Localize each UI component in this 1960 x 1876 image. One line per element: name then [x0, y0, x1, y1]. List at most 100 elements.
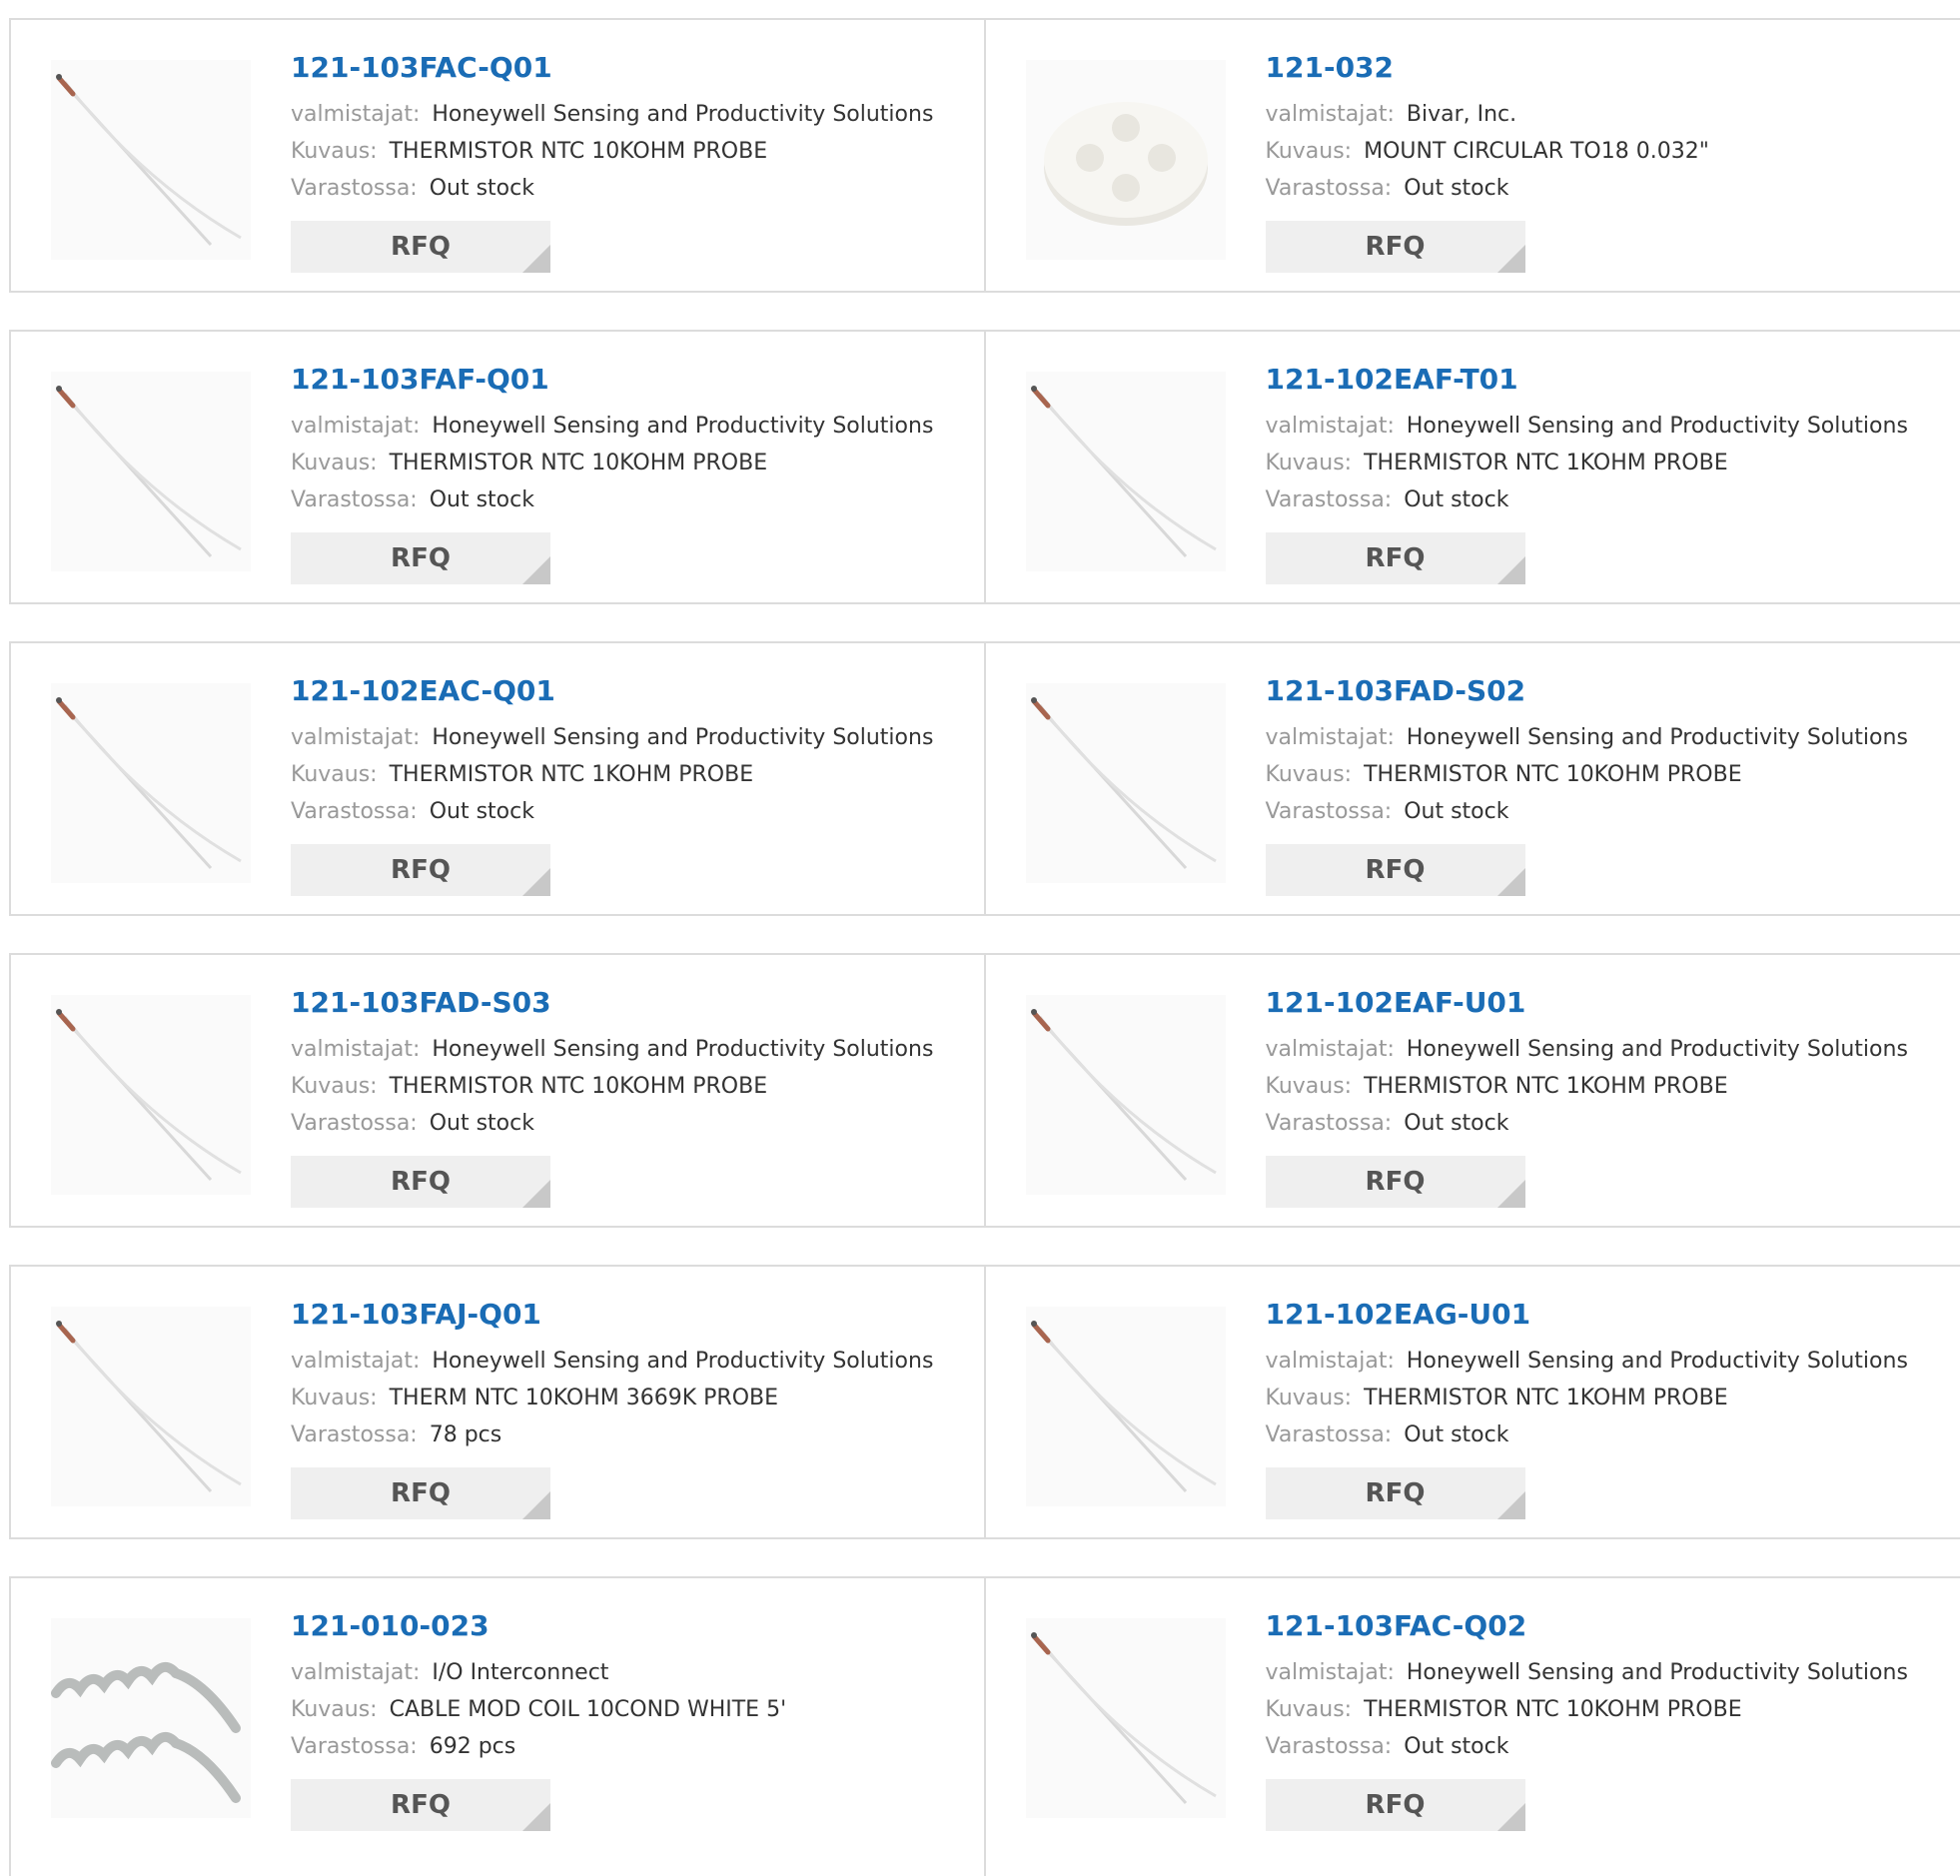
product-image[interactable] — [1026, 372, 1226, 571]
rfq-button[interactable]: RFQ — [1266, 532, 1525, 584]
manufacturer-label: valmistajat: — [291, 725, 420, 750]
part-number-link[interactable]: 121-102EAF-T01 — [1266, 362, 1908, 398]
part-number-link[interactable]: 121-102EAF-U01 — [1266, 985, 1908, 1021]
description-value: THERMISTOR NTC 10KOHM PROBE — [1364, 1697, 1742, 1722]
stock-value: Out stock — [1404, 1422, 1508, 1447]
description-line: Kuvaus:THERMISTOR NTC 10KOHM PROBE — [1266, 756, 1908, 793]
rfq-label: RFQ — [391, 1167, 451, 1197]
stock-line: Varastossa:Out stock — [291, 793, 933, 830]
rfq-button[interactable]: RFQ — [1266, 1467, 1525, 1519]
stock-value: Out stock — [1404, 1734, 1508, 1759]
manufacturer-label: valmistajat: — [291, 1660, 420, 1685]
description-line: Kuvaus:THERMISTOR NTC 10KOHM PROBE — [1266, 1691, 1908, 1728]
part-number-link[interactable]: 121-103FAD-S02 — [1266, 673, 1908, 709]
product-image[interactable] — [1026, 683, 1226, 883]
manufacturer-value: Honeywell Sensing and Productivity Solut… — [432, 414, 933, 439]
rfq-button[interactable]: RFQ — [291, 532, 550, 584]
part-number-link[interactable]: 121-103FAD-S03 — [291, 985, 933, 1021]
product-image[interactable] — [1026, 60, 1226, 260]
product-image[interactable] — [51, 1618, 251, 1818]
rfq-button[interactable]: RFQ — [1266, 1156, 1525, 1208]
stock-line: Varastossa:Out stock — [1266, 1105, 1908, 1142]
rfq-button[interactable]: RFQ — [291, 1156, 550, 1208]
product-image[interactable] — [51, 1307, 251, 1506]
rfq-button[interactable]: RFQ — [291, 1467, 550, 1519]
product-card: 121-103FAJ-Q01valmistajat:Honeywell Sens… — [11, 1267, 986, 1537]
manufacturer-value: Honeywell Sensing and Productivity Solut… — [432, 725, 933, 750]
product-info: 121-102EAC-Q01 valmistajat: Honeywell Sens… — [291, 673, 933, 896]
corner-triangle-icon — [522, 1491, 550, 1519]
part-number-link[interactable]: 121-103FAF-Q01 — [291, 362, 933, 398]
description-value: THERMISTOR NTC 1KOHM PROBE — [1364, 1386, 1728, 1410]
product-image[interactable] — [1026, 1618, 1226, 1818]
rfq-button[interactable]: RFQ — [291, 1779, 550, 1831]
stock-label: Varastossa: — [1266, 487, 1393, 512]
rfq-button[interactable]: RFQ — [1266, 844, 1525, 896]
part-number-link[interactable]: 121-102EAG-U01 — [1266, 1297, 1908, 1333]
manufacturer-line: valmistajat:Honeywell Sensing and Produc… — [291, 96, 933, 133]
description-line: Kuvaus: THERM NTC 10KOHM 3669K PROBE — [291, 1380, 933, 1416]
stock-line: Varastossa:692 pcs — [291, 1728, 786, 1765]
description-value: THERMISTOR NTC 10KOHM PROBE — [390, 451, 768, 475]
description-line: Kuvaus:THERMISTOR NTC 10KOHM PROBE — [291, 445, 933, 481]
description-value: THERMISTOR NTC 1KOHM PROBE — [390, 762, 754, 787]
product-card: 121-103FAD-S03 valmistajat:Honeywell Sens… — [11, 955, 986, 1226]
product-card: 121-103FAC-Q02valmistajat:Honeywell Sens… — [986, 1578, 1960, 1876]
description-label: Kuvaus: — [291, 139, 378, 164]
product-image[interactable] — [51, 995, 251, 1195]
description-line: Kuvaus:THERMISTOR NTC 1KOHM PROBE — [291, 756, 933, 793]
product-info: 121-103FAC-Q01 valmistajat:Honeywell Sens… — [291, 50, 933, 273]
rfq-label: RFQ — [1366, 1478, 1426, 1508]
part-number-link[interactable]: 121-010-023 — [291, 1608, 786, 1644]
rfq-button[interactable]: RFQ — [1266, 221, 1525, 273]
manufacturer-line: valmistajat:Honeywell Sensing and Produc… — [291, 1031, 933, 1068]
stock-label: Varastossa: — [1266, 1111, 1393, 1136]
product-card: 121-102EAF-U01valmistajat:Honeywell Sens… — [986, 955, 1960, 1226]
part-number-link[interactable]: 121-102EAC-Q01 — [291, 673, 933, 709]
rfq-button[interactable]: RFQ — [1266, 1779, 1525, 1831]
product-row: 121-103FAJ-Q01valmistajat:Honeywell Sens… — [9, 1265, 1960, 1539]
stock-line: Varastossa:Out stock — [1266, 170, 1709, 207]
product-image[interactable] — [1026, 1307, 1226, 1506]
description-line: Kuvaus:THERMISTOR NTC 1KOHM PROBE — [1266, 1380, 1908, 1416]
stock-value: Out stock — [430, 799, 534, 824]
product-image[interactable] — [51, 372, 251, 571]
description-label: Kuvaus: — [1266, 762, 1353, 787]
product-image[interactable] — [51, 683, 251, 883]
rfq-button[interactable]: RFQ — [291, 221, 550, 273]
part-number-link[interactable]: 121-103FAJ-Q01 — [291, 1297, 933, 1333]
manufacturer-line: valmistajat:Honeywell Sensing and Produc… — [1266, 408, 1908, 445]
product-card: 121-102EAC-Q01 valmistajat: Honeywell Sens… — [11, 643, 986, 914]
description-label: Kuvaus: — [291, 1697, 378, 1722]
product-image[interactable] — [51, 60, 251, 260]
product-image[interactable] — [1026, 995, 1226, 1195]
description-value: THERM NTC 10KOHM 3669K PROBE — [390, 1386, 778, 1410]
product-info: 121-103FAF-Q01valmistajat:Honeywell Sens… — [291, 362, 933, 584]
description-label: Kuvaus: — [291, 1074, 378, 1099]
product-info: 121-102EAG-U01valmistajat:Honeywell Sens… — [1266, 1297, 1908, 1519]
rfq-label: RFQ — [1366, 1167, 1426, 1197]
stock-value: Out stock — [1404, 487, 1508, 512]
product-info: 121-103FAD-S03 valmistajat:Honeywell Sens… — [291, 985, 933, 1208]
rfq-label: RFQ — [391, 855, 451, 885]
part-number-link[interactable]: 121-103FAC-Q01 — [291, 50, 933, 86]
corner-triangle-icon — [522, 1803, 550, 1831]
stock-label: Varastossa: — [291, 176, 418, 201]
product-card: 121-103FAD-S02valmistajat:Honeywell Sens… — [986, 643, 1960, 914]
rfq-label: RFQ — [391, 1790, 451, 1820]
manufacturer-label: valmistajat: — [1266, 1349, 1395, 1374]
stock-line: Varastossa:Out stock — [1266, 1416, 1908, 1453]
product-card: 121-010-023valmistajat:I/O InterconnectK… — [11, 1578, 986, 1876]
rfq-label: RFQ — [1366, 232, 1426, 262]
rfq-label: RFQ — [391, 1478, 451, 1508]
manufacturer-label: valmistajat: — [1266, 414, 1395, 439]
description-label: Kuvaus: — [1266, 451, 1353, 475]
part-number-link[interactable]: 121-032 — [1266, 50, 1709, 86]
rfq-label: RFQ — [1366, 855, 1426, 885]
description-line: Kuvaus:THERMISTOR NTC 10KOHM PROBE — [291, 1068, 933, 1105]
description-label: Kuvaus: — [291, 1386, 378, 1410]
rfq-button[interactable]: RFQ — [291, 844, 550, 896]
product-card: 121-102EAG-U01valmistajat:Honeywell Sens… — [986, 1267, 1960, 1537]
stock-line: Varastossa:78 pcs — [291, 1416, 933, 1453]
part-number-link[interactable]: 121-103FAC-Q02 — [1266, 1608, 1908, 1644]
